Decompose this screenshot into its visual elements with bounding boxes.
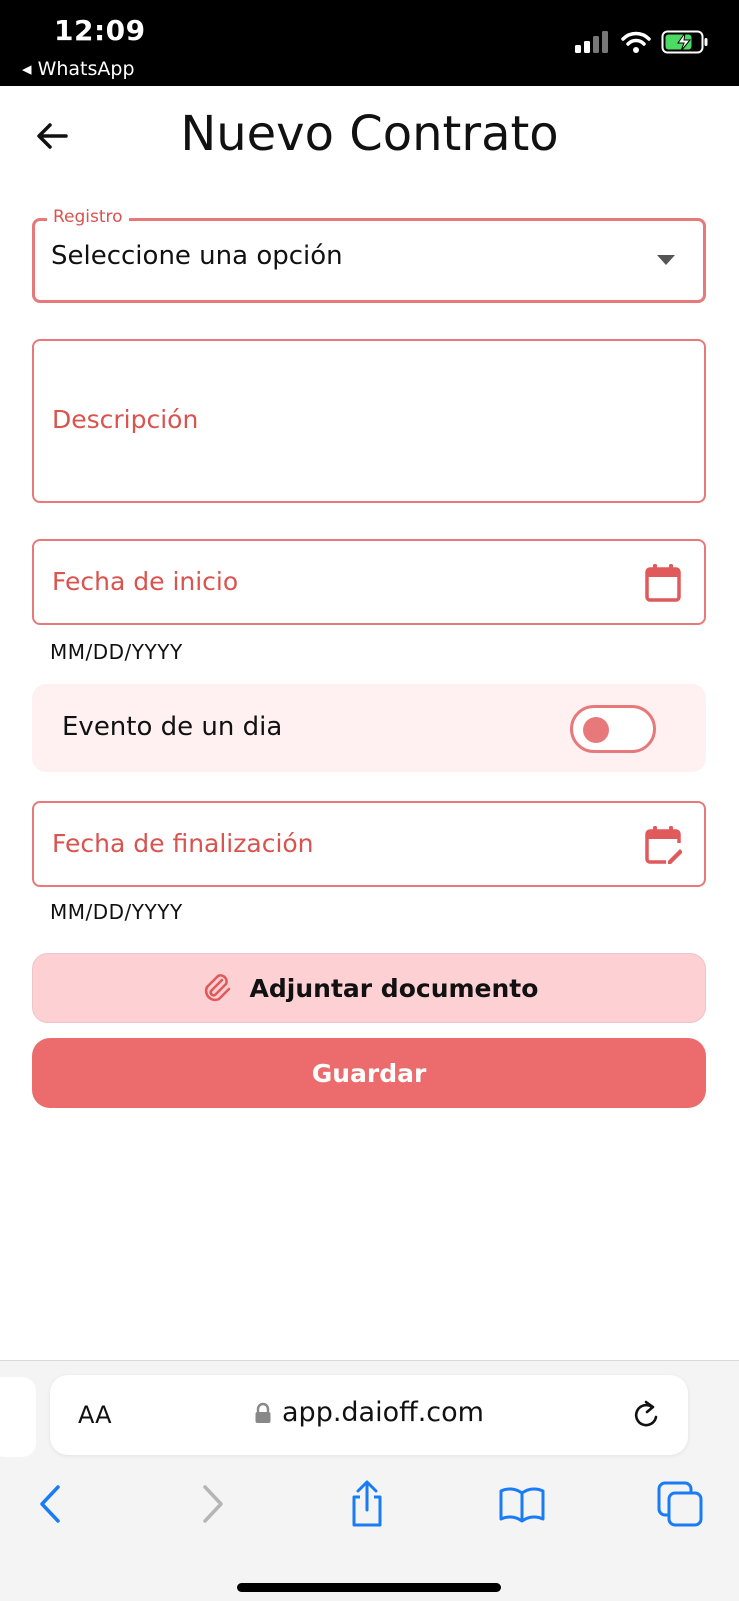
page-title: Nuevo Contrato bbox=[180, 106, 559, 162]
home-indicator bbox=[237, 1583, 501, 1592]
evento-un-dia-row: Evento de un dia bbox=[32, 684, 706, 772]
battery-charging-icon bbox=[661, 30, 708, 54]
bookmarks-icon[interactable] bbox=[497, 1479, 547, 1529]
registro-value: Seleccione una opción bbox=[51, 241, 343, 271]
wifi-icon bbox=[621, 31, 651, 53]
descripcion-input[interactable]: Descripción bbox=[32, 339, 706, 503]
fecha-inicio-input[interactable]: Fecha de inicio bbox=[32, 539, 706, 625]
calendar-icon[interactable] bbox=[644, 563, 682, 603]
previous-tab-edge[interactable] bbox=[0, 1377, 36, 1457]
guardar-label: Guardar bbox=[311, 1058, 427, 1088]
page-header: Nuevo Contrato bbox=[0, 86, 739, 186]
browser-nav-row bbox=[0, 1479, 739, 1539]
registro-legend: Registro bbox=[47, 207, 129, 227]
adjuntar-documento-label: Adjuntar documento bbox=[249, 973, 539, 1003]
url-display: app.daioff.com bbox=[50, 1397, 688, 1428]
evento-un-dia-toggle[interactable] bbox=[570, 705, 656, 753]
status-bar: 12:09 ◂ WhatsApp bbox=[0, 0, 739, 86]
forward-icon[interactable] bbox=[186, 1479, 236, 1529]
descripcion-placeholder: Descripción bbox=[52, 405, 199, 434]
tabs-icon[interactable] bbox=[655, 1479, 705, 1529]
reload-icon[interactable] bbox=[632, 1399, 662, 1431]
fecha-inicio-helper: MM/DD/YYYY bbox=[50, 640, 183, 664]
fecha-fin-placeholder: Fecha de finalización bbox=[52, 829, 314, 858]
lock-icon bbox=[255, 1402, 271, 1423]
back-icon[interactable] bbox=[27, 1479, 77, 1529]
toggle-knob bbox=[583, 717, 609, 743]
signal-icon bbox=[575, 31, 608, 53]
fecha-inicio-placeholder: Fecha de inicio bbox=[52, 567, 239, 596]
browser-toolbar: AA app.daioff.com bbox=[0, 1360, 739, 1601]
registro-select[interactable]: Registro Seleccione una opción bbox=[32, 207, 706, 303]
fecha-fin-helper: MM/DD/YYYY bbox=[50, 900, 183, 924]
calendar-edit-icon[interactable] bbox=[644, 825, 682, 865]
status-time: 12:09 bbox=[54, 14, 146, 47]
back-to-app-link[interactable]: ◂ WhatsApp bbox=[22, 58, 135, 80]
status-icons bbox=[575, 30, 709, 54]
adjuntar-documento-button[interactable]: Adjuntar documento bbox=[32, 953, 706, 1023]
caret-down-icon bbox=[657, 255, 675, 265]
fecha-fin-input[interactable]: Fecha de finalización bbox=[32, 801, 706, 887]
address-bar[interactable]: AA app.daioff.com bbox=[50, 1375, 688, 1455]
url-text: app.daioff.com bbox=[282, 1397, 484, 1428]
guardar-button[interactable]: Guardar bbox=[32, 1038, 706, 1108]
evento-un-dia-label: Evento de un dia bbox=[62, 712, 283, 742]
paperclip-icon bbox=[204, 974, 230, 1002]
share-icon[interactable] bbox=[342, 1479, 392, 1529]
